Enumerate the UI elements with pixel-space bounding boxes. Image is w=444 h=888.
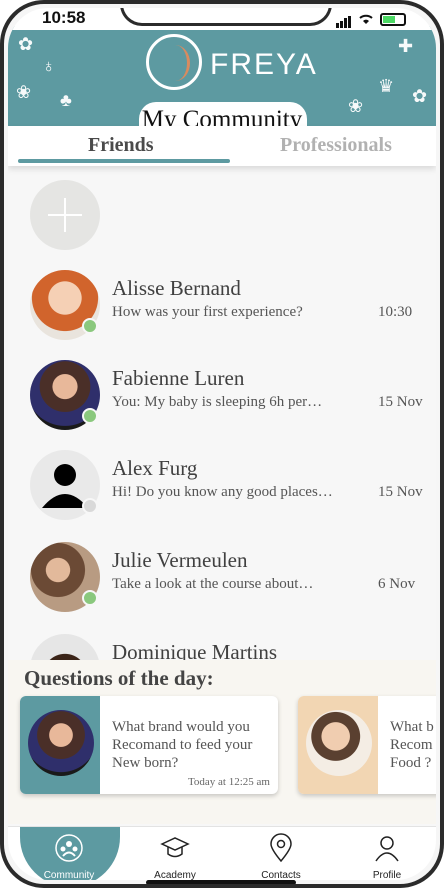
- online-status-dot: [82, 408, 98, 424]
- question-card[interactable]: What brand would you Recomand to feed yo…: [20, 696, 278, 794]
- toy-icon: ♛: [378, 76, 395, 96]
- carriage-icon: ✿: [412, 86, 428, 106]
- message-time: 15 Nov: [378, 484, 423, 500]
- contact-name: Alisse Bernand: [112, 276, 241, 300]
- tab-friends[interactable]: Friends: [88, 134, 154, 157]
- avatar: [28, 710, 94, 776]
- questions-section: Questions of the day: What brand would y…: [8, 660, 436, 824]
- location-pin-icon: [270, 833, 292, 863]
- puzzle-icon: ✚: [398, 36, 414, 56]
- screen: 10:58 ✿ ♁ ❀ ♣ ✚ ♛ ✿ ❀ FREYA My Community…: [8, 8, 436, 880]
- nav-community[interactable]: Community: [24, 833, 114, 880]
- chat-item-alisse[interactable]: Alisse Bernand How was your first experi…: [8, 270, 436, 350]
- last-message: Hi! Do you know any good places…: [112, 484, 333, 500]
- freya-logo-icon: [146, 34, 202, 90]
- nav-label: Profile: [372, 870, 402, 880]
- avatar: [306, 710, 372, 776]
- add-contact-button[interactable]: [30, 180, 100, 250]
- nav-label: Contacts: [261, 870, 301, 880]
- question-card[interactable]: What b Recom Food ?: [298, 696, 436, 794]
- home-indicator: [146, 880, 296, 884]
- status-bar: 10:58: [8, 8, 436, 30]
- notch: [120, 8, 332, 26]
- question-time: Today at 12:25 am: [187, 776, 270, 788]
- nav-academy[interactable]: Academy: [130, 833, 220, 880]
- wifi-icon: [359, 14, 373, 24]
- chat-item-julie[interactable]: Julie Vermeulen Take a look at the cours…: [8, 542, 436, 622]
- nav-label: Community: [43, 870, 95, 880]
- app-header: ✿ ♁ ❀ ♣ ✚ ♛ ✿ ❀ FREYA My Community: [8, 26, 436, 136]
- status-icons: [336, 10, 406, 28]
- tab-professionals[interactable]: Professionals: [280, 134, 392, 157]
- graduation-cap-icon: [160, 837, 190, 858]
- rattle-icon: ❀: [16, 82, 32, 102]
- tab-bar-top: Friends Professionals: [8, 126, 436, 166]
- tab-active-indicator: [18, 159, 230, 163]
- chat-item-fabienne[interactable]: Fabienne Luren You: My baby is sleeping …: [8, 360, 436, 440]
- contact-name: Alex Furg: [112, 456, 198, 480]
- person-icon: [375, 836, 399, 862]
- status-time: 10:58: [42, 8, 86, 27]
- questions-title: Questions of the day:: [24, 666, 214, 690]
- offline-status-dot: [82, 498, 98, 514]
- contact-name: Fabienne Luren: [112, 366, 245, 390]
- last-message: How was your first experience?: [112, 304, 303, 320]
- chat-item-alex[interactable]: Alex Furg Hi! Do you know any good place…: [8, 450, 436, 530]
- bottom-nav: Community Academy Contacts Profile: [8, 826, 436, 880]
- signal-icon: [336, 10, 352, 28]
- nav-contacts[interactable]: Contacts: [236, 833, 326, 880]
- phone-frame: 10:58 ✿ ♁ ❀ ♣ ✚ ♛ ✿ ❀ FREYA My Community…: [0, 0, 444, 888]
- question-text: What b Recom Food ?: [390, 719, 434, 771]
- nav-label: Academy: [154, 870, 196, 880]
- community-icon: [55, 834, 83, 862]
- message-time: 6 Nov: [378, 576, 416, 592]
- online-status-dot: [82, 318, 98, 334]
- battery-icon: [380, 12, 406, 26]
- brand-name: FREYA: [210, 48, 318, 81]
- message-time: 15 Nov: [378, 394, 423, 410]
- last-message: Take a look at the course about…: [112, 576, 314, 592]
- message-time: 10:30: [378, 304, 413, 320]
- baby-bottle-icon: ♁: [42, 56, 56, 76]
- baby-items-icon: ✿: [18, 34, 34, 54]
- question-text: What brand would you Recomand to feed yo…: [112, 719, 253, 771]
- nav-profile[interactable]: Profile: [342, 833, 432, 880]
- last-message: You: My baby is sleeping 6h per…: [112, 394, 323, 410]
- online-status-dot: [82, 590, 98, 606]
- contact-name: Julie Vermeulen: [112, 548, 248, 572]
